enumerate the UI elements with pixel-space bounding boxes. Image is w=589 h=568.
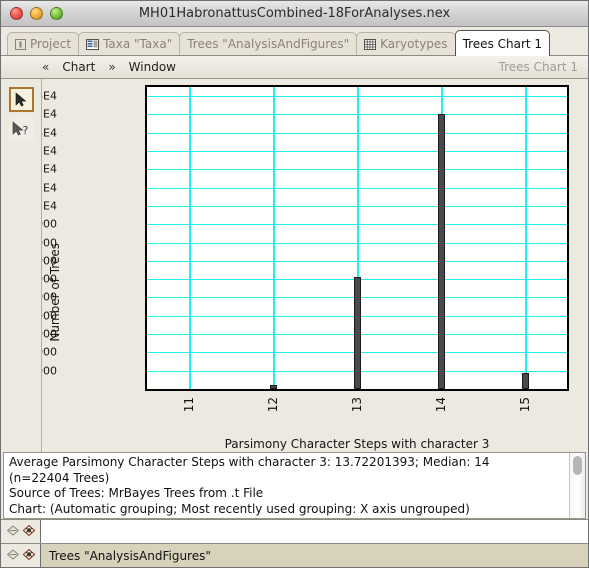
tool-palette: ? xyxy=(1,79,42,452)
tab-label: Trees Chart 1 xyxy=(462,36,543,51)
tab-trees-analysisandfigures[interactable]: Trees "AnalysisAndFigures" xyxy=(179,32,358,55)
y-tick-label: 5000 xyxy=(42,290,57,304)
spider-icon[interactable] xyxy=(22,546,36,565)
document-body: ? Number of Trees 1000200030004000500060… xyxy=(1,79,588,452)
tab-karyotypes[interactable]: Karyotypes xyxy=(356,32,456,55)
x-tick-label: 11 xyxy=(182,397,196,413)
plot-area[interactable] xyxy=(145,85,569,391)
y-tick-label: 3000 xyxy=(42,327,57,341)
status-row-icons xyxy=(1,544,41,567)
collapse-icon[interactable] xyxy=(6,546,20,565)
next-chart-button[interactable]: » xyxy=(108,60,115,74)
chart-bar[interactable] xyxy=(270,385,277,389)
info-scrollbar[interactable] xyxy=(569,453,585,518)
collapse-icon[interactable] xyxy=(6,522,20,541)
chart-bar[interactable] xyxy=(438,113,445,389)
tab-trees-chart-1[interactable]: Trees Chart 1 xyxy=(454,30,551,56)
status-row-label: Trees "AnalysisAndFigures" xyxy=(49,548,211,563)
tab-taxa[interactable]: Taxa "Taxa" xyxy=(78,32,181,55)
y-tick-label: 1.3E4 xyxy=(42,144,57,158)
y-tick-label: 8000 xyxy=(42,236,57,250)
y-tick-label: 4000 xyxy=(42,309,57,323)
window-titlebar: MH01HabronattusCombined-18ForAnalyses.ne… xyxy=(1,1,588,27)
status-row-empty[interactable] xyxy=(1,519,588,543)
tab-project[interactable]: Project xyxy=(7,32,80,55)
zoom-button[interactable] xyxy=(50,7,63,20)
y-tick-label: 7000 xyxy=(42,254,57,268)
y-tick-label: 1000 xyxy=(42,364,57,378)
application-window: MH01HabronattusCombined-18ForAnalyses.ne… xyxy=(0,0,589,568)
chart-bar[interactable] xyxy=(522,372,529,389)
status-row-icons xyxy=(1,520,41,543)
status-row-trees[interactable]: Trees "AnalysisAndFigures" xyxy=(1,543,588,567)
chart-menu-strip: « Chart » Window Trees Chart 1 xyxy=(1,56,588,79)
y-tick-label: 1.6E4 xyxy=(42,89,57,103)
info-line-3: Source of Trees: MrBayes Trees from .t F… xyxy=(9,486,264,500)
info-scrollbar-thumb[interactable] xyxy=(573,456,582,475)
chart-bar[interactable] xyxy=(354,277,361,389)
gridline-vertical xyxy=(273,87,275,389)
minimize-button[interactable] xyxy=(30,7,43,20)
tab-label: Trees "AnalysisAndFigures" xyxy=(187,37,350,51)
chart-canvas[interactable]: Number of Trees 100020003000400050006000… xyxy=(42,79,588,452)
y-tick-label: 2000 xyxy=(42,345,57,359)
y-tick-label: 1.2E4 xyxy=(42,162,57,176)
chart-info-text: Average Parsimony Character Steps with c… xyxy=(4,453,569,518)
project-icon xyxy=(15,38,26,50)
tab-label: Project xyxy=(30,37,72,51)
gridline-vertical xyxy=(525,87,527,389)
window-title: MH01HabronattusCombined-18ForAnalyses.ne… xyxy=(138,6,451,21)
y-tick-label: 1.4E4 xyxy=(42,126,57,140)
spider-icon[interactable] xyxy=(22,522,36,541)
arrow-tool[interactable] xyxy=(8,87,34,112)
x-tick-label: 13 xyxy=(350,397,364,413)
tab-bar: Project Taxa "Taxa" Trees "AnalysisAndFi… xyxy=(1,27,588,56)
x-tick-label: 14 xyxy=(434,397,448,413)
current-chart-label: Trees Chart 1 xyxy=(498,60,579,74)
y-tick-label: 1.1E4 xyxy=(42,181,57,195)
grid-icon xyxy=(364,38,377,50)
close-button[interactable] xyxy=(10,7,23,20)
y-tick-label: 6000 xyxy=(42,272,57,286)
x-tick-label: 15 xyxy=(518,397,532,413)
x-axis-title: Parsimony Character Steps with character… xyxy=(224,437,490,451)
chart-menu[interactable]: Chart xyxy=(62,60,95,74)
gridline-vertical xyxy=(189,87,191,389)
y-tick-label: 9000 xyxy=(42,217,57,231)
window-menu[interactable]: Window xyxy=(129,60,176,74)
tab-label: Taxa "Taxa" xyxy=(103,37,173,51)
prev-chart-button[interactable]: « xyxy=(42,60,49,74)
arrow-query-tool[interactable]: ? xyxy=(8,116,34,141)
info-line-2: (n=22404 Trees) xyxy=(9,470,110,485)
window-controls xyxy=(10,7,63,20)
info-line-1: Average Parsimony Character Steps with c… xyxy=(9,455,490,469)
taxa-matrix-icon xyxy=(86,38,100,50)
y-tick-label: 1.5E4 xyxy=(42,107,57,121)
svg-text:?: ? xyxy=(22,124,28,136)
tab-label: Karyotypes xyxy=(380,37,448,51)
info-line-4: Chart: (Automatic grouping; Most recentl… xyxy=(9,501,470,516)
x-tick-label: 12 xyxy=(266,397,280,413)
y-tick-label: 1E4 xyxy=(42,199,57,213)
chart-info-panel[interactable]: Average Parsimony Character Steps with c… xyxy=(3,452,586,519)
